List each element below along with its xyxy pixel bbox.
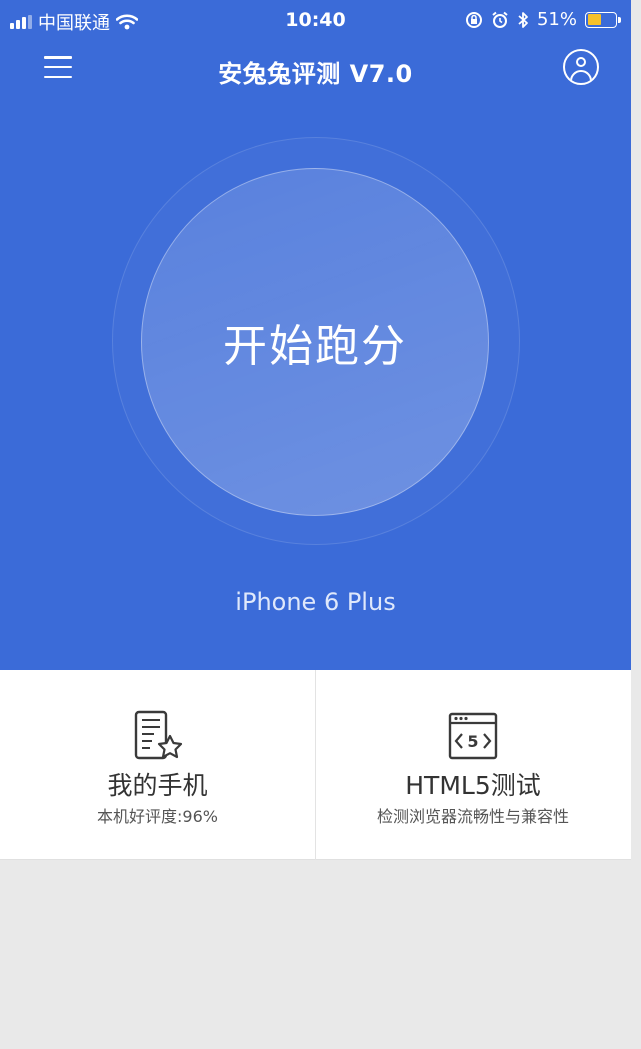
orientation-lock-icon [465,11,482,28]
status-bar: 中国联通 10:40 51% [0,0,631,40]
my-phone-rating: 本机好评度:96% [97,807,218,826]
html5-test-card[interactable]: 5 HTML5测试 检测浏览器流畅性与兼容性 [315,670,630,860]
my-phone-card[interactable]: 我的手机 本机好评度:96% [0,670,315,860]
battery-level-fill [587,14,602,25]
nav-bar: 安兔兔评测 V7.0 [0,40,631,96]
html5-browser-icon: 5 [448,712,498,760]
svg-text:5: 5 [467,732,478,751]
alarm-icon [492,11,508,28]
device-name: iPhone 6 Plus [235,588,396,616]
status-right: 51% [465,9,621,30]
hero-panel: 中国联通 10:40 51% 安兔兔评测 V7.0 开始跑分 iPhone 6 … [0,0,631,670]
feature-cards: 我的手机 本机好评度:96% 5 HTML5测试 检测浏览器流畅性与兼容性 [0,670,631,860]
bluetooth-icon [518,11,528,28]
html5-test-subtitle: 检测浏览器流畅性与兼容性 [376,807,569,826]
battery-icon [585,11,621,28]
start-benchmark-label: 开始跑分 [223,321,407,372]
user-avatar-icon[interactable] [563,49,599,85]
my-phone-title: 我的手机 [107,771,208,800]
html5-test-title: HTML5测试 [405,771,541,800]
phone-star-icon [134,710,183,760]
start-benchmark-button[interactable]: 开始跑分 [141,168,489,516]
app-title: 安兔兔评测 V7.0 [218,60,413,88]
battery-percent: 51% [536,9,577,30]
empty-content-area [0,861,631,1049]
